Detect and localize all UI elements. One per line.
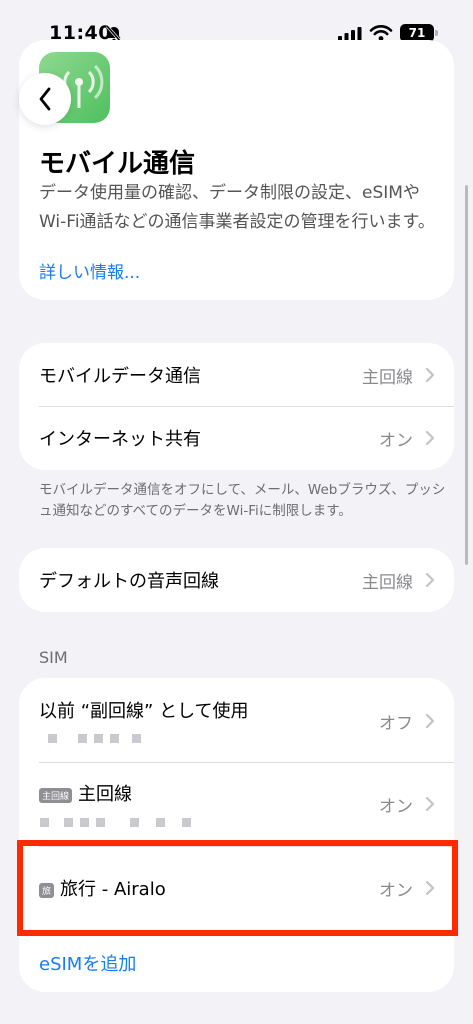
- default-voice-line-row[interactable]: デフォルトの音声回線 主回線: [39, 548, 435, 612]
- masked-phone-number: [40, 812, 198, 827]
- row-label: 以前 “副回線” として使用: [39, 701, 249, 722]
- battery-tip: [435, 30, 438, 36]
- masked-phone-number: [48, 728, 148, 743]
- cellular-signal-icon: [338, 27, 362, 41]
- sim-line-tag: 主回線: [39, 787, 73, 803]
- page-title: モバイル通信: [39, 149, 196, 179]
- row-value: 主回線: [362, 367, 413, 388]
- highlight-box: [17, 840, 458, 936]
- sim-section-header: SIM: [39, 648, 68, 667]
- page-description: データ使用量の確認、データ制限の設定、eSIMやWi-Fi通話などの通信事業者設…: [39, 183, 435, 232]
- row-value: オフ: [379, 713, 413, 734]
- learn-more-link[interactable]: 詳しい情報...: [39, 258, 140, 283]
- row-label: 主回線: [78, 784, 133, 805]
- row-label: モバイルデータ通信: [39, 366, 201, 387]
- scrollbar[interactable]: [465, 185, 468, 565]
- add-esim-link[interactable]: eSIMを追加: [39, 950, 136, 976]
- mobile-data-footnote: モバイルデータ通信をオフにして、メール、Webブラウズ、プッシュ通知などのすべて…: [39, 482, 446, 519]
- chevron-right-icon: [425, 572, 435, 588]
- chevron-right-icon: [425, 713, 435, 729]
- sim-row-primary[interactable]: 主回線 主回線 オン: [39, 763, 435, 845]
- back-button[interactable]: [19, 73, 71, 125]
- chevron-right-icon: [425, 796, 435, 812]
- row-value: 主回線: [362, 572, 413, 593]
- row-label: デフォルトの音声回線: [39, 571, 219, 592]
- row-label-wrap: 主回線 主回線: [39, 780, 379, 806]
- row-value: オン: [379, 430, 413, 451]
- chevron-right-icon: [425, 367, 435, 383]
- row-label: インターネット共有: [39, 429, 201, 450]
- battery-level: 71: [408, 26, 426, 40]
- row-value: オン: [379, 796, 413, 817]
- chevron-left-icon: [39, 87, 51, 111]
- mobile-data-row[interactable]: モバイルデータ通信 主回線: [39, 343, 435, 407]
- personal-hotspot-row[interactable]: インターネット共有 オン: [39, 406, 435, 470]
- chevron-right-icon: [425, 430, 435, 446]
- sim-row-secondary[interactable]: 以前 “副回線” として使用 オフ: [39, 680, 435, 762]
